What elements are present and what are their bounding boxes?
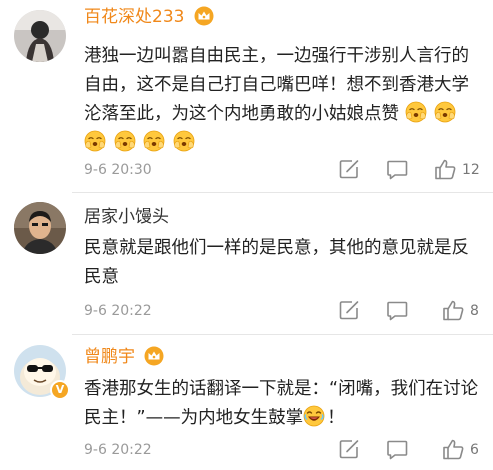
timestamp: 9-6 20:22 xyxy=(84,442,152,458)
comment-meta: 9-6 20:22 8 xyxy=(84,299,493,323)
comment-meta: 9-6 20:22 6 xyxy=(84,438,493,462)
comment-meta: 9-6 20:30 12 xyxy=(84,158,493,182)
share-edit-icon[interactable] xyxy=(338,438,360,460)
comment-text: 港独一边叫嚣自由民主，一边强行干涉别人言行的自由，这不是自己打自己嘴巴咩！想不到… xyxy=(84,42,484,158)
comment-text: 香港那女生的话翻译一下就是：“闭嘴，我们在讨论民主！”——为内地女生鼓掌！ xyxy=(84,379,479,428)
verified-badge-icon: V xyxy=(50,380,70,400)
comment-divider xyxy=(72,334,493,335)
clapping-face-icon xyxy=(84,130,106,152)
clapping-face-icon xyxy=(173,130,195,152)
timestamp: 9-6 20:22 xyxy=(84,303,152,319)
clapping-face-icon xyxy=(404,101,427,123)
clapping-face-icon xyxy=(113,130,136,152)
comment-icon[interactable] xyxy=(386,158,408,180)
clapping-face-icon xyxy=(434,101,456,123)
comment-icon[interactable] xyxy=(386,438,408,460)
username[interactable]: 百花深处233 xyxy=(84,6,214,28)
comment-text: 民意就是跟他们一样的是民意，其他的意见就是反民意 xyxy=(84,238,469,287)
avatar[interactable] xyxy=(14,202,66,254)
like-count: 8 xyxy=(470,303,479,319)
like-count: 12 xyxy=(462,162,480,178)
crown-badge-icon xyxy=(194,6,214,25)
share-edit-icon[interactable] xyxy=(338,299,360,321)
share-edit-icon[interactable] xyxy=(338,158,360,180)
username[interactable]: 居家小馒头 xyxy=(84,206,169,228)
thumbs-up-icon[interactable] xyxy=(434,158,456,180)
avatar[interactable] xyxy=(14,10,66,62)
username[interactable]: 曾鹏宇 xyxy=(84,346,164,368)
timestamp: 9-6 20:30 xyxy=(84,162,152,178)
crown-badge-icon xyxy=(144,346,164,365)
clapping-face-icon xyxy=(143,130,165,152)
comment-icon[interactable] xyxy=(386,299,408,321)
laughing-face-icon xyxy=(303,405,325,427)
thumbs-up-icon[interactable] xyxy=(442,299,464,321)
thumbs-up-icon[interactable] xyxy=(442,438,464,460)
like-count: 6 xyxy=(470,442,479,458)
comment-divider xyxy=(72,192,493,193)
